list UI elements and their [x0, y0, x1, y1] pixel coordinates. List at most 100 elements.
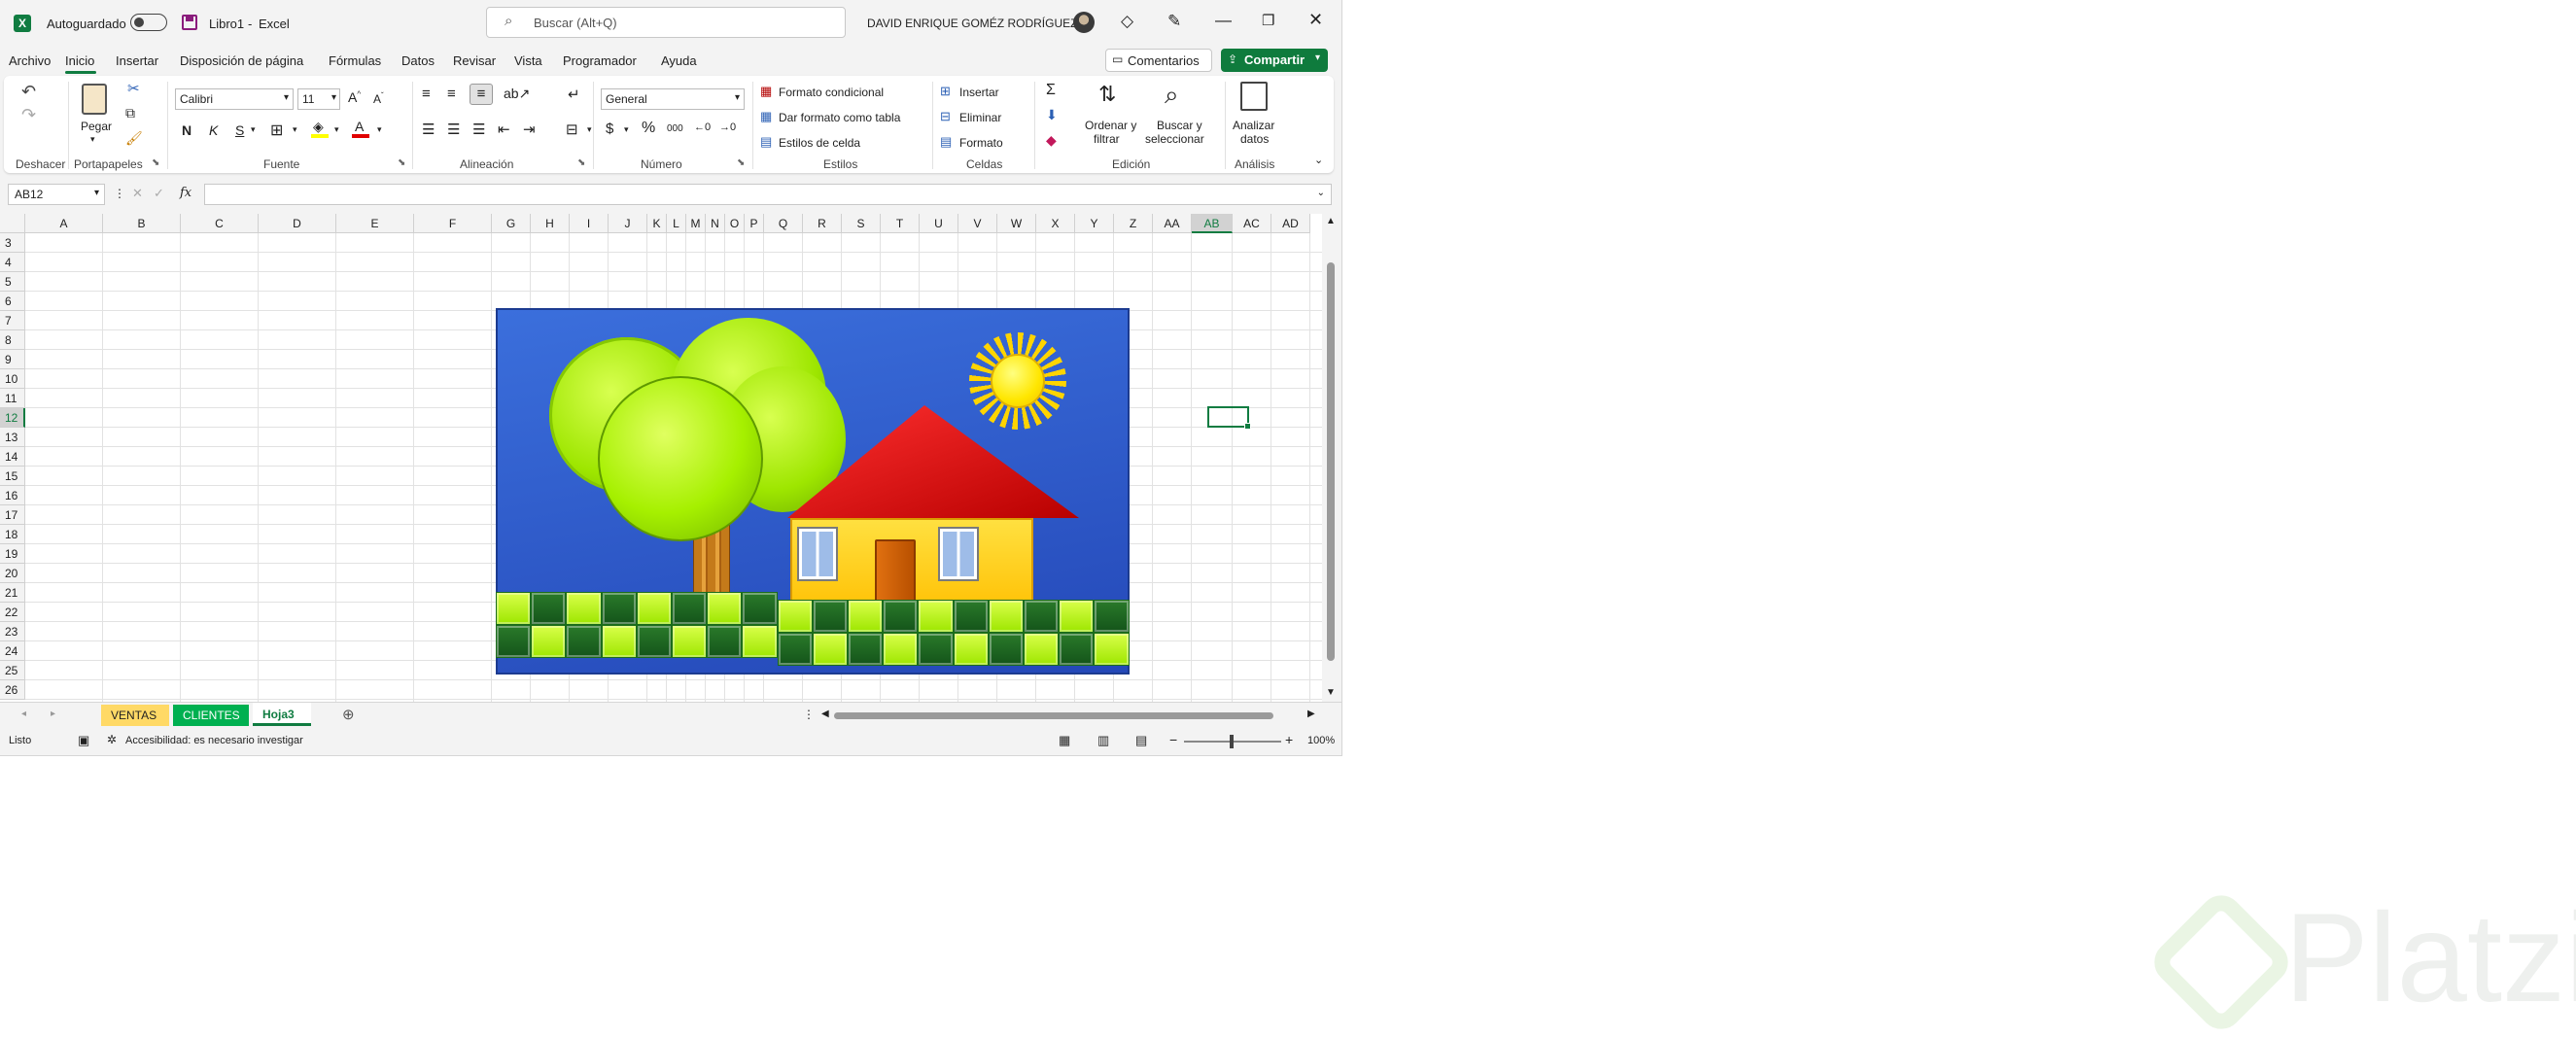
column-header[interactable]: L — [667, 214, 686, 233]
spreadsheet-grid[interactable]: A B C D E F G H I J K L M N O P Q R S T U V W X Y Z AA AB AC AD 34567… — [0, 214, 1340, 702]
find-select-label-1[interactable]: Buscar y — [1157, 119, 1202, 132]
font-size-select[interactable]: 11 ▾ — [297, 88, 340, 110]
column-header[interactable]: C — [181, 214, 259, 233]
tab-formulas[interactable]: Fórmulas — [329, 53, 381, 68]
decrease-indent-icon[interactable]: ⇤ — [498, 121, 510, 138]
prev-sheet-icon[interactable]: ◂ — [21, 709, 26, 719]
tab-inicio[interactable]: Inicio — [65, 53, 94, 68]
align-top-icon[interactable]: ≡ — [422, 86, 431, 102]
fill-down-icon[interactable]: ⬇ — [1046, 107, 1058, 123]
row-header[interactable]: 24 — [0, 641, 25, 661]
cell-styles-button[interactable]: Estilos de celda — [779, 136, 860, 150]
column-header[interactable]: N — [706, 214, 725, 233]
column-header[interactable]: Y — [1075, 214, 1114, 233]
analyze-label-1[interactable]: Analizar — [1233, 119, 1274, 132]
italic-button[interactable]: K — [209, 122, 218, 138]
save-icon[interactable] — [182, 15, 197, 30]
zoom-slider-thumb[interactable] — [1230, 735, 1234, 748]
cut-icon[interactable]: ✂ — [127, 80, 140, 97]
tab-insertar[interactable]: Insertar — [116, 53, 158, 68]
conditional-format-button[interactable]: Formato condicional — [779, 86, 884, 99]
number-launcher-icon[interactable]: ⬊ — [737, 157, 745, 168]
clipboard-launcher-icon[interactable]: ⬊ — [152, 157, 159, 168]
row-header[interactable]: 8 — [0, 330, 25, 350]
conditional-format-icon[interactable]: ▦ — [760, 84, 772, 99]
autosave-toggle[interactable] — [130, 14, 167, 31]
align-left-icon[interactable]: ☰ — [422, 121, 435, 138]
zoom-slider[interactable] — [1184, 735, 1281, 748]
tab-vista[interactable]: Vista — [514, 53, 542, 68]
insert-cells-button[interactable]: Insertar — [959, 86, 999, 99]
sheet-tab-hoja3[interactable]: Hoja3 — [253, 703, 311, 726]
diamond-icon[interactable]: ◇ — [1121, 12, 1133, 31]
fx-icon[interactable]: fx — [180, 186, 191, 200]
accessibility-status[interactable]: Accesibilidad: es necesario investigar — [125, 735, 303, 746]
column-header[interactable]: Q — [764, 214, 803, 233]
column-header[interactable]: J — [609, 214, 647, 233]
merge-center-icon[interactable]: ⊟ — [566, 121, 578, 138]
column-header[interactable]: R — [803, 214, 842, 233]
macro-record-icon[interactable]: ▣ — [78, 733, 89, 748]
row-header[interactable]: 23 — [0, 622, 25, 641]
page-break-icon[interactable]: ▤ — [1135, 733, 1147, 748]
number-format-select[interactable]: General ▾ — [601, 88, 745, 110]
tab-revisar[interactable]: Revisar — [453, 53, 496, 68]
column-header[interactable]: A — [25, 214, 103, 233]
sheet-tab-ventas[interactable]: VENTAS — [101, 705, 169, 726]
font-color-chevron-icon[interactable]: ▾ — [377, 124, 382, 135]
column-header[interactable]: AA — [1153, 214, 1192, 233]
avatar[interactable] — [1073, 12, 1095, 33]
zoom-level[interactable]: 100% — [1307, 735, 1335, 746]
thousands-icon[interactable]: 000 — [667, 123, 683, 134]
column-header[interactable]: U — [920, 214, 958, 233]
vertical-scrollbar[interactable]: ▲ ▼ — [1322, 214, 1340, 702]
column-header[interactable]: B — [103, 214, 181, 233]
comments-button[interactable]: ▭ Comentarios — [1105, 49, 1212, 72]
column-header[interactable]: AD — [1271, 214, 1310, 233]
analyze-data-icon[interactable] — [1240, 82, 1268, 111]
insert-cells-icon[interactable]: ⊞ — [940, 84, 951, 99]
tab-ayuda[interactable]: Ayuda — [661, 53, 697, 68]
tab-archivo[interactable]: Archivo — [9, 53, 51, 68]
font-launcher-icon[interactable]: ⬊ — [398, 157, 405, 168]
row-header[interactable]: 16 — [0, 486, 25, 505]
row-header[interactable]: 5 — [0, 272, 25, 292]
row-header[interactable]: 21 — [0, 583, 25, 603]
row-header[interactable]: 6 — [0, 292, 25, 311]
cancel-icon[interactable]: ✕ — [132, 186, 143, 201]
tab-programador[interactable]: Programador — [563, 53, 637, 68]
row-header[interactable]: 10 — [0, 369, 25, 389]
clear-icon[interactable]: ◆ — [1046, 132, 1057, 149]
column-header[interactable]: T — [881, 214, 920, 233]
row-header[interactable]: 12 — [0, 408, 25, 428]
format-table-icon[interactable]: ▦ — [760, 109, 772, 124]
currency-icon[interactable]: $ — [606, 121, 613, 137]
find-select-icon[interactable]: ⌕ — [1165, 80, 1179, 111]
alignment-launcher-icon[interactable]: ⬊ — [577, 157, 585, 168]
column-header[interactable]: D — [259, 214, 336, 233]
row-header[interactable]: 20 — [0, 564, 25, 583]
row-header[interactable]: 3 — [0, 233, 25, 253]
row-header[interactable]: 7 — [0, 311, 25, 330]
column-header[interactable]: Z — [1114, 214, 1153, 233]
paste-icon[interactable] — [82, 84, 107, 115]
selected-cell-box[interactable] — [1207, 406, 1251, 430]
house-picture[interactable] — [496, 308, 1130, 675]
row-header[interactable]: 15 — [0, 467, 25, 486]
column-header[interactable]: G — [492, 214, 531, 233]
format-table-button[interactable]: Dar formato como tabla — [779, 111, 900, 124]
row-header[interactable]: 4 — [0, 253, 25, 272]
scroll-right-icon[interactable]: ▶ — [1307, 709, 1315, 719]
analyze-label-2[interactable]: datos — [1240, 132, 1269, 146]
sort-filter-icon[interactable]: ⇅ — [1098, 82, 1116, 107]
row-header[interactable]: 17 — [0, 505, 25, 525]
align-center-icon[interactable]: ☰ — [447, 121, 460, 138]
enter-icon[interactable]: ✓ — [154, 186, 164, 201]
accessibility-icon[interactable]: ✲ — [107, 733, 117, 746]
scroll-down-icon[interactable]: ▼ — [1326, 687, 1336, 698]
grow-font-icon[interactable]: A^ — [348, 89, 361, 105]
column-header[interactable]: I — [570, 214, 609, 233]
column-header[interactable]: W — [997, 214, 1036, 233]
row-header[interactable]: 25 — [0, 661, 25, 680]
bold-button[interactable]: N — [182, 122, 191, 138]
